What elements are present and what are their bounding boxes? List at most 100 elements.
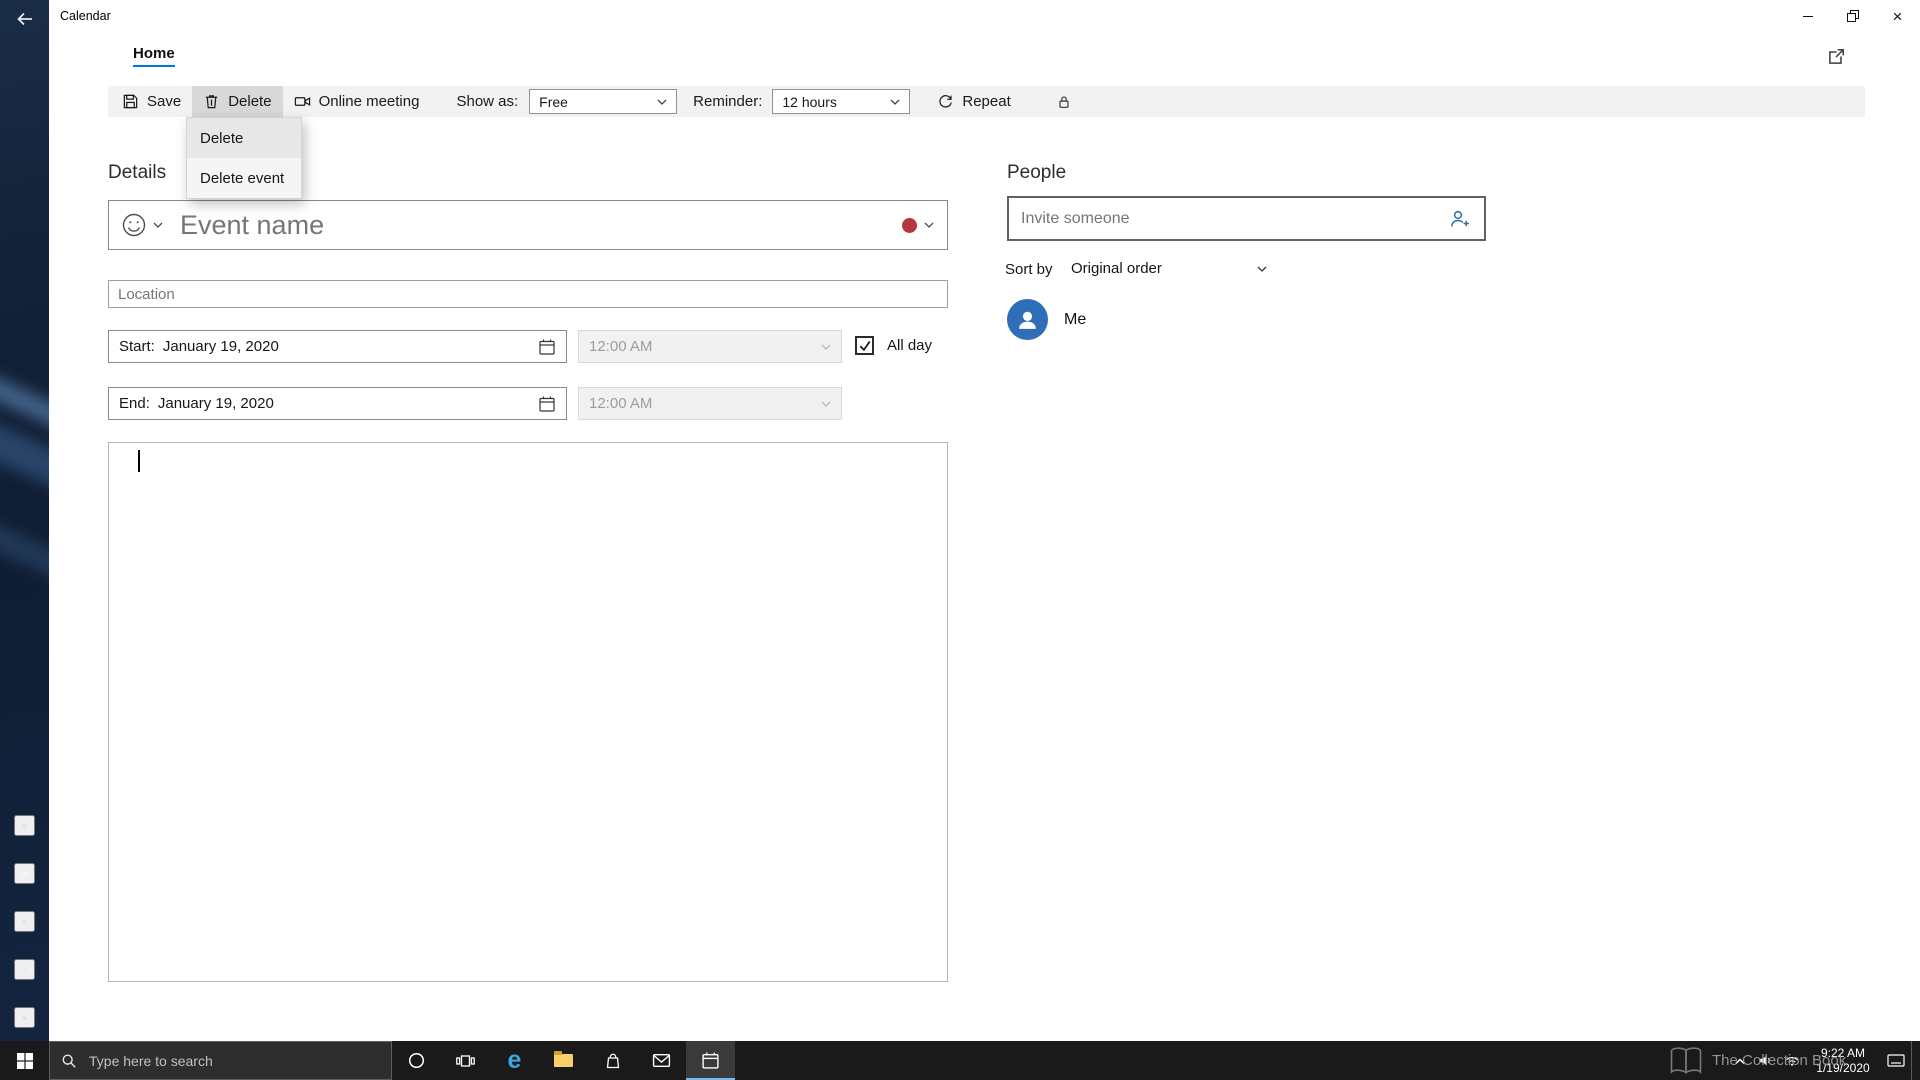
search-icon [61,1053,77,1069]
minimize-button[interactable] [1785,0,1830,33]
tray-chevron-up-icon[interactable] [1727,1041,1753,1080]
delete-label: Delete [228,93,272,110]
date-picker-icon[interactable] [538,338,556,356]
start-date-field[interactable]: Start: January 19, 2020 [108,330,567,363]
windows-taskbar: e [0,1041,1920,1080]
start-label: Start: [119,338,155,355]
calendar-app-screen: Calendar × Home Save Delete Online meeti… [0,0,1920,1080]
online-meeting-label: Online meeting [318,93,420,110]
restore-button[interactable] [1830,0,1875,33]
event-color-picker[interactable] [902,217,934,233]
settings-gear-icon[interactable] [14,1007,35,1028]
app-switcher-icons [0,815,49,1028]
location-input[interactable] [108,280,948,308]
taskbar-clock[interactable]: 9:22 AM 1/19/2020 [1805,1041,1881,1080]
clock-time: 9:22 AM [1820,1045,1866,1060]
taskbar-search-box[interactable] [49,1041,392,1080]
command-toolbar: Save Delete Online meeting Show as: Free [108,86,1865,117]
save-button[interactable]: Save [111,86,192,117]
taskbar-search-input[interactable] [87,1051,380,1070]
show-as-value: Free [539,93,568,110]
end-time-select: 12:00 AM [578,387,842,420]
repeat-button[interactable]: Repeat [926,86,1021,117]
titlebar: Calendar × [49,0,1920,33]
start-button[interactable] [0,1041,49,1080]
back-button[interactable] [0,4,49,34]
window-title: Calendar [60,9,111,23]
all-day-checkbox[interactable] [855,336,874,355]
folder-icon [554,1051,573,1067]
invite-input[interactable] [1009,209,1449,228]
cortana-icon[interactable] [392,1041,441,1080]
wallpaper-streak [0,512,49,594]
end-date-value: January 19, 2020 [157,395,274,412]
date-picker-icon[interactable] [538,395,556,413]
delete-button[interactable]: Delete [192,86,283,117]
calendar-app-icon[interactable] [686,1041,735,1080]
avatar [1007,299,1048,340]
repeat-label: Repeat [962,93,1011,110]
touch-keyboard-icon[interactable] [1881,1041,1911,1080]
file-explorer-icon[interactable] [539,1041,588,1080]
chevron-down-icon [1257,266,1267,272]
repeat-icon [937,93,954,110]
private-lock-icon[interactable] [1048,86,1080,117]
calendar-icon[interactable] [14,863,35,884]
speaker-icon[interactable] [1753,1041,1779,1080]
all-day-label: All day [887,337,933,354]
start-date-value: January 19, 2020 [162,338,279,355]
reminder-value: 12 hours [782,93,837,110]
chevron-down-icon [821,344,831,350]
attendee-name: Me [1064,310,1087,328]
show-desktop-button[interactable] [1911,1041,1920,1080]
todo-check-icon[interactable] [14,959,35,980]
show-as-select[interactable]: Free [529,89,678,114]
start-time-value: 12:00 AM [589,338,653,355]
tab-home[interactable]: Home [133,45,175,67]
chevron-down-icon [890,99,900,105]
event-name-input[interactable] [178,208,902,242]
emoji-picker-button[interactable] [121,212,163,238]
reminder-select[interactable]: 12 hours [772,89,911,114]
sort-by-value: Original order [1071,260,1162,277]
chevron-down-icon [821,401,831,407]
details-heading: Details [108,161,167,183]
people-heading: People [1007,161,1067,183]
mail-icon[interactable] [14,815,35,836]
attendee-me-row[interactable]: Me [1007,299,1086,340]
show-as-label: Show as: [456,93,519,110]
save-icon [122,93,139,110]
event-name-field [108,200,948,250]
open-in-new-window-icon[interactable] [1826,46,1848,68]
edge-icon[interactable]: e [490,1041,539,1080]
start-time-select: 12:00 AM [578,330,842,363]
reminder-label: Reminder: [693,93,763,110]
restore-icon [1847,10,1859,22]
close-button[interactable]: × [1875,0,1920,33]
system-tray: 9:22 AM 1/19/2020 [1727,1041,1920,1080]
menu-item-delete-event[interactable]: Delete event [187,158,301,198]
online-meeting-button[interactable]: Online meeting [283,86,431,117]
minimize-icon [1802,16,1813,17]
end-date-field[interactable]: End: January 19, 2020 [108,387,567,420]
sort-by-select[interactable]: Original order [1061,253,1277,284]
windows-logo-icon [16,1052,33,1069]
back-arrow-icon [15,9,35,29]
text-caret [138,450,140,472]
delete-dropdown-menu: Delete Delete event [186,117,302,199]
save-label: Save [147,93,182,110]
mail-app-icon[interactable] [637,1041,686,1080]
event-description-input[interactable] [108,442,948,982]
task-view-icon[interactable] [441,1041,490,1080]
wallpaper-streak [0,412,49,502]
people-icon[interactable] [14,911,35,932]
all-day-toggle[interactable]: All day [855,336,932,355]
invite-field [1007,196,1486,241]
menu-item-delete[interactable]: Delete [187,118,301,158]
video-camera-icon [294,93,311,110]
network-wifi-icon[interactable] [1779,1041,1805,1080]
app-nav-sidebar [0,0,49,1041]
store-icon[interactable] [588,1041,637,1080]
chevron-down-icon [657,99,667,105]
trash-icon [203,93,220,110]
